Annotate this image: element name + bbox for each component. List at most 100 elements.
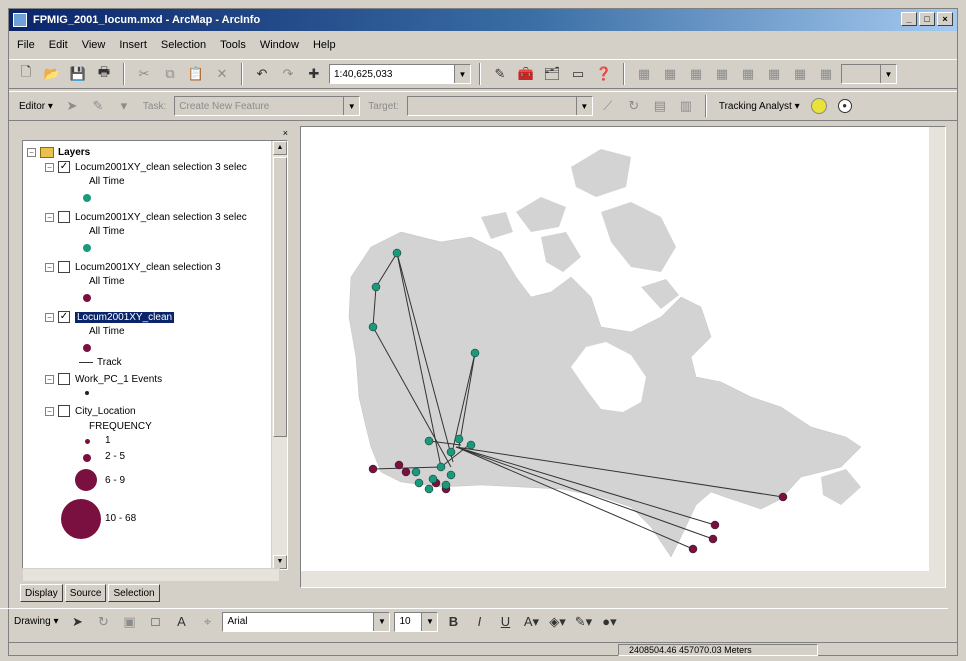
layer-row[interactable]: − ✓ Locum2001XY_clean selection 3 selec <box>45 161 247 173</box>
save-icon[interactable]: 💾 <box>67 63 89 85</box>
layer-name-selected[interactable]: Locum2001XY_clean <box>75 311 175 323</box>
tracking-analyst-menu[interactable]: Tracking Analyst ▾ <box>715 101 804 112</box>
collapse-icon[interactable]: − <box>27 148 36 157</box>
locum-event-point[interactable] <box>710 520 720 530</box>
font-size-combo[interactable]: 10 ▼ <box>394 611 439 632</box>
map-canvas[interactable] <box>301 127 931 573</box>
selected-event-point[interactable] <box>424 484 434 494</box>
selected-event-point[interactable] <box>446 447 456 457</box>
locum-event-point[interactable] <box>778 492 788 502</box>
chevron-down-icon[interactable]: ▼ <box>880 65 896 83</box>
map-horizontal-scrollbar[interactable] <box>301 571 945 587</box>
rotate-tool-icon[interactable]: ↻ <box>623 95 645 117</box>
toc-horizontal-scrollbar[interactable] <box>22 568 280 582</box>
selected-event-point[interactable] <box>436 462 446 472</box>
menu-help[interactable]: Help <box>313 39 336 51</box>
menu-tools[interactable]: Tools <box>220 39 246 51</box>
sketch-properties-icon[interactable]: ▥ <box>675 95 697 117</box>
layer-row[interactable]: − Locum2001XY_clean selection 3 selec <box>45 211 247 223</box>
marker-color-icon[interactable]: ●▾ <box>598 611 620 633</box>
editor-toolbar-icon[interactable]: ✎ <box>489 63 511 85</box>
chevron-down-icon[interactable]: ▼ <box>421 612 438 631</box>
selected-event-point[interactable] <box>466 440 476 450</box>
layer-row[interactable]: − ✓ Locum2001XY_clean <box>45 311 175 323</box>
font-color-icon[interactable]: A▾ <box>520 611 542 633</box>
locum-event-point[interactable] <box>368 464 378 474</box>
tracking-tool-1-icon[interactable]: ▦ <box>633 63 655 85</box>
collapse-icon[interactable]: − <box>45 212 54 222</box>
menu-insert[interactable]: Insert <box>119 39 147 51</box>
sketch-tool-icon[interactable]: ✎ <box>87 95 109 117</box>
tracking-combo[interactable]: ▼ <box>841 64 897 84</box>
maximize-button[interactable]: □ <box>919 12 935 26</box>
playback-icon[interactable] <box>808 95 830 117</box>
record-icon[interactable]: ● <box>834 95 856 117</box>
map-scale-combo[interactable]: 1:40,625,033 ▼ <box>329 64 471 84</box>
layer-visibility-checkbox[interactable] <box>58 211 70 223</box>
map-vertical-scrollbar[interactable] <box>929 127 945 587</box>
menu-file[interactable]: File <box>17 39 35 51</box>
collapse-icon[interactable]: − <box>45 406 54 416</box>
add-data-icon[interactable]: ✚ <box>303 63 325 85</box>
open-folder-icon[interactable]: 📂 <box>41 63 63 85</box>
tracking-tool-5-icon[interactable]: ▦ <box>737 63 759 85</box>
menu-window[interactable]: Window <box>260 39 299 51</box>
collapse-icon[interactable]: − <box>45 262 54 272</box>
locum-event-point[interactable] <box>401 467 411 477</box>
layer-visibility-checkbox[interactable] <box>58 373 70 385</box>
menu-view[interactable]: View <box>82 39 106 51</box>
layer-row[interactable]: − Locum2001XY_clean selection 3 <box>45 261 221 273</box>
whats-this-icon[interactable]: ❓ <box>593 63 615 85</box>
undo-icon[interactable]: ↶ <box>251 63 273 85</box>
layer-name[interactable]: Work_PC_1 Events <box>75 374 162 385</box>
selected-event-point[interactable] <box>454 434 464 444</box>
selected-event-point[interactable] <box>392 248 402 258</box>
selected-event-point[interactable] <box>446 470 456 480</box>
scroll-thumb[interactable] <box>273 157 287 437</box>
chevron-down-icon[interactable]: ▼ <box>575 97 592 115</box>
locum-event-point[interactable] <box>394 460 404 470</box>
split-tool-icon[interactable]: ⟋ <box>597 95 619 117</box>
line-color-icon[interactable]: ✎▾ <box>572 611 594 633</box>
selected-event-point[interactable] <box>424 436 434 446</box>
layer-visibility-checkbox[interactable] <box>58 405 70 417</box>
tracking-tool-3-icon[interactable]: ▦ <box>685 63 707 85</box>
fill-color-icon[interactable]: ◈▾ <box>546 611 568 633</box>
layer-visibility-checkbox[interactable] <box>58 261 70 273</box>
close-icon[interactable]: × <box>283 128 288 138</box>
arccatalog-icon[interactable]: 🗂 <box>541 63 563 85</box>
collapse-icon[interactable]: − <box>45 162 54 172</box>
copy-icon[interactable]: ⧉ <box>159 63 181 85</box>
selected-event-point[interactable] <box>441 480 451 490</box>
chevron-down-icon[interactable]: ▼ <box>454 65 470 83</box>
selected-event-point[interactable] <box>411 467 421 477</box>
paste-icon[interactable]: 📋 <box>185 63 207 85</box>
tracking-tool-8-icon[interactable]: ▦ <box>815 63 837 85</box>
rectangle-icon[interactable]: □ <box>144 611 166 633</box>
collapse-icon[interactable]: − <box>45 374 54 384</box>
tracking-tool-4-icon[interactable]: ▦ <box>711 63 733 85</box>
layer-name[interactable]: Locum2001XY_clean selection 3 selec <box>75 212 247 223</box>
drawing-menu[interactable]: Drawing ▾ <box>10 616 62 627</box>
tab-display[interactable]: Display <box>20 584 63 602</box>
font-combo[interactable]: Arial ▼ <box>222 611 391 632</box>
layer-visibility-checkbox[interactable]: ✓ <box>58 161 70 173</box>
map-view[interactable] <box>300 126 946 588</box>
print-icon[interactable]: 🖶 <box>93 63 115 85</box>
task-combo[interactable]: Create New Feature ▼ <box>174 96 361 116</box>
cut-icon[interactable]: ✂ <box>133 63 155 85</box>
locum-event-point[interactable] <box>708 534 718 544</box>
toc-vertical-scrollbar[interactable]: ▲ ▼ <box>271 141 287 569</box>
selected-event-point[interactable] <box>470 348 480 358</box>
minimize-button[interactable]: _ <box>901 12 917 26</box>
chevron-down-icon[interactable]: ▼ <box>373 612 390 631</box>
selected-event-point[interactable] <box>371 282 381 292</box>
delete-icon[interactable]: ✕ <box>211 63 233 85</box>
target-combo[interactable]: ▼ <box>406 96 593 116</box>
tracking-tool-6-icon[interactable]: ▦ <box>763 63 785 85</box>
select-elements-icon[interactable]: ➤ <box>66 611 88 633</box>
layer-visibility-checkbox[interactable]: ✓ <box>58 311 70 323</box>
layer-row[interactable]: − Work_PC_1 Events <box>45 373 162 385</box>
text-icon[interactable]: A <box>170 611 192 633</box>
scroll-down-icon[interactable]: ▼ <box>273 555 287 569</box>
